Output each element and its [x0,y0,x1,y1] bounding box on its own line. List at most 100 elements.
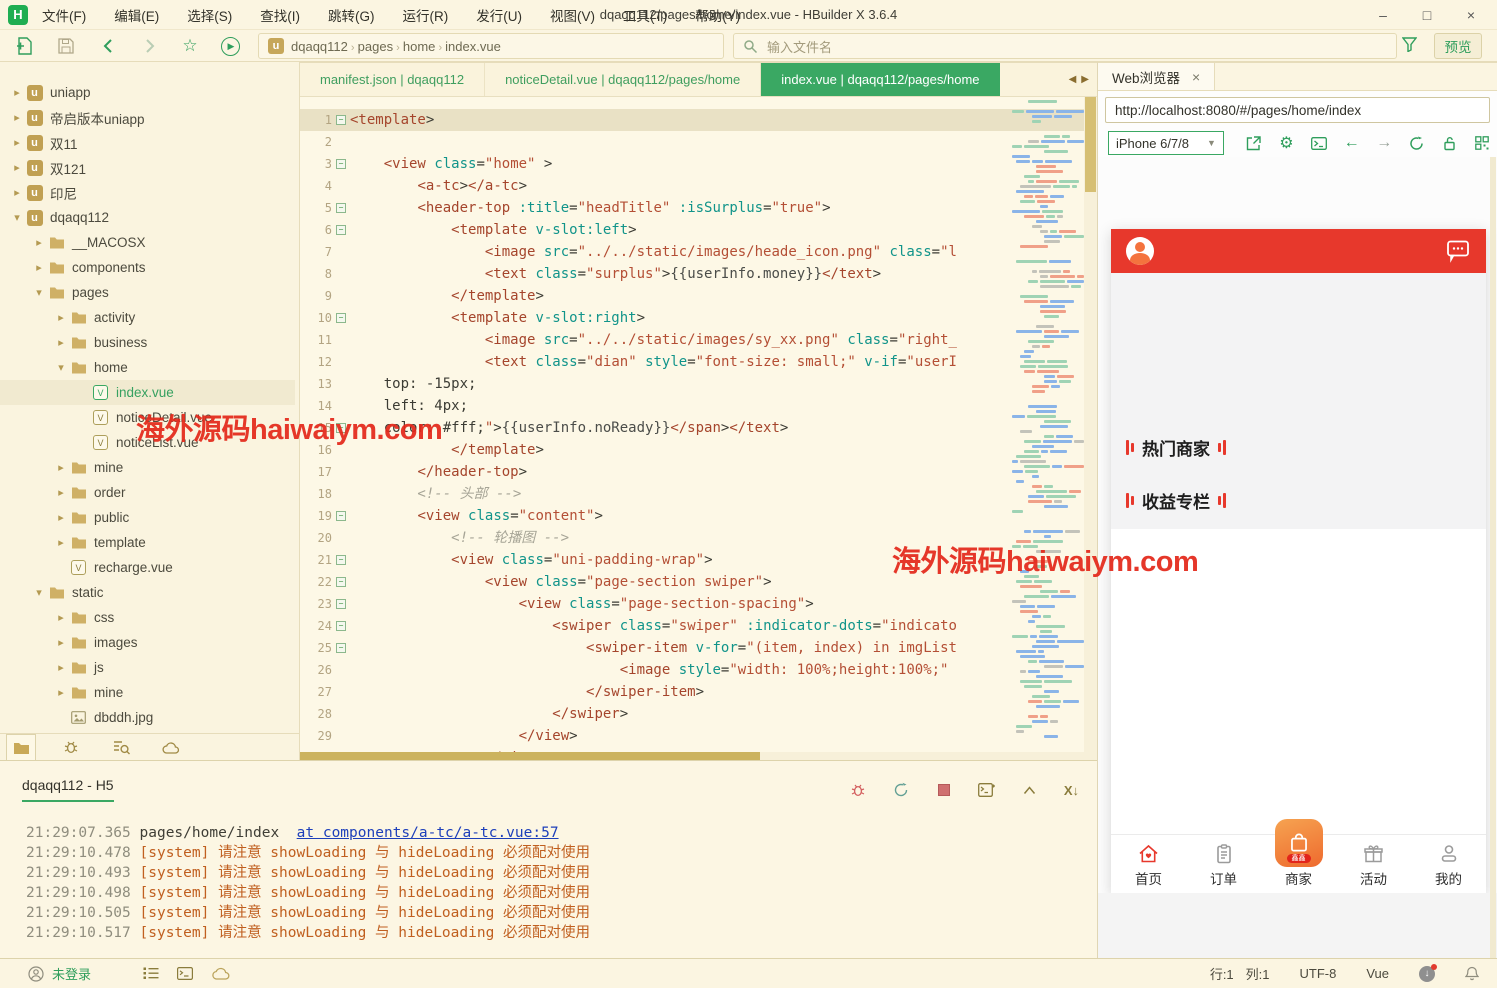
language-mode[interactable]: Vue [1366,966,1389,981]
nav-item-我的[interactable]: 我的 [1411,835,1486,893]
horizontal-scrollbar-thumb[interactable] [300,752,760,760]
tree-item-双121[interactable]: ▸u双121 [0,155,295,180]
tree-item-js[interactable]: ▸js [0,655,295,680]
menu-item[interactable]: 发行(U) [476,5,522,25]
fold-icon[interactable]: − [332,555,350,565]
vertical-scrollbar-thumb[interactable] [1085,97,1096,192]
devtools-console-icon[interactable] [1310,134,1328,152]
tree-item-activity[interactable]: ▸activity [0,305,295,330]
new-file-icon[interactable] [12,35,36,57]
menu-item[interactable]: 运行(R) [403,5,449,25]
breadcrumb-segment[interactable]: home [403,39,436,54]
code-line-25[interactable]: 25− <swiper-item v-for="(item, index) in… [300,637,1097,659]
url-bar[interactable]: http://localhost:8080/#/pages/home/index [1105,97,1490,123]
notification-bell-icon[interactable] [1465,966,1479,981]
chevron-right-icon[interactable]: ▸ [54,511,68,524]
fold-icon[interactable]: − [332,225,350,235]
chevron-down-icon[interactable]: ▾ [32,286,46,299]
log-source-link[interactable]: at components/a-tc/a-tc.vue:57 [297,825,559,841]
code-line-10[interactable]: 10− <template v-slot:right> [300,307,1097,329]
tree-item-dqaqq112[interactable]: ▾udqaqq112 [0,205,295,230]
code-line-19[interactable]: 19− <view class="content"> [300,505,1097,527]
browser-back-icon[interactable]: ← [1343,134,1361,152]
tree-item-index.vue[interactable]: Vindex.vue [0,380,295,405]
nav-item-订单[interactable]: 订单 [1186,835,1261,893]
chevron-right-icon[interactable]: ▸ [54,661,68,674]
refresh-icon[interactable] [1408,134,1426,152]
code-line-24[interactable]: 24− <swiper class="swiper" :indicator-do… [300,615,1097,637]
browser-tab-close-icon[interactable]: × [1192,69,1200,85]
tab-scroll-right-icon[interactable]: ▶ [1081,74,1089,85]
minimize-button[interactable]: – [1361,7,1405,23]
menu-item[interactable]: 选择(S) [187,5,232,25]
maximize-button[interactable]: □ [1405,7,1449,23]
close-button[interactable]: × [1449,7,1493,23]
tree-item-mine[interactable]: ▸mine [0,455,295,480]
breadcrumb-segment[interactable]: dqaqq112 [291,39,348,54]
tab-scroll-left-icon[interactable]: ◀ [1069,74,1077,85]
code-line-1[interactable]: 1−<template> [300,109,1097,131]
tree-item-template[interactable]: ▸template [0,530,295,555]
code-line-13[interactable]: 13 top: -15px; [300,373,1097,395]
chevron-right-icon[interactable]: ▸ [54,536,68,549]
chevron-down-icon[interactable]: ▾ [32,586,46,599]
tree-item-recharge.vue[interactable]: Vrecharge.vue [0,555,295,580]
editor-tab[interactable]: manifest.json | dqaqq112 [300,63,485,96]
tree-item-static[interactable]: ▾static [0,580,295,605]
tree-item-order[interactable]: ▸order [0,480,295,505]
debug-bug-icon[interactable] [849,781,867,799]
fold-icon[interactable]: − [332,313,350,323]
terminal-icon[interactable] [177,967,193,980]
menu-item[interactable]: 视图(V) [550,5,595,25]
filter-icon[interactable] [1402,37,1417,52]
tree-item-components[interactable]: ▸components [0,255,295,280]
preview-button[interactable]: 预览 [1434,33,1482,59]
nav-item-商家[interactable]: 鑫鑫商家 [1261,835,1336,893]
tree-item-印尼[interactable]: ▸u印尼 [0,180,295,205]
tree-item-帝启版本uniapp[interactable]: ▸u帝启版本uniapp [0,105,295,130]
minimap[interactable] [1012,97,1084,752]
code-line-27[interactable]: 27 </swiper-item> [300,681,1097,703]
cloud-icon[interactable] [156,734,186,760]
fold-icon[interactable]: − [332,203,350,213]
fold-icon[interactable]: − [332,599,350,609]
settings-gear-icon[interactable]: ⚙ [1278,134,1296,152]
tree-item-home[interactable]: ▾home [0,355,295,380]
vertical-scrollbar[interactable] [1084,97,1097,752]
menu-item[interactable]: 编辑(E) [114,5,159,25]
code-line-4[interactable]: 4 <a-tc></a-tc> [300,175,1097,197]
chevron-right-icon[interactable]: ▸ [54,461,68,474]
breadcrumb[interactable]: u dqaqq112 › pages › home › index.vue [258,33,724,59]
restart-icon[interactable] [892,781,910,799]
tree-item-dbddh.jpg[interactable]: dbddh.jpg [0,705,295,730]
tree-item-css[interactable]: ▸css [0,605,295,630]
chevron-right-icon[interactable]: ▸ [10,136,24,149]
chevron-right-icon[interactable]: ▸ [10,111,24,124]
menu-item[interactable]: 跳转(G) [328,5,375,25]
chevron-right-icon[interactable]: ▸ [10,161,24,174]
file-search-input[interactable]: 输入文件名 [733,33,1397,59]
open-external-icon[interactable] [1245,134,1263,152]
tree-item-uniapp[interactable]: ▸uuniapp [0,80,295,105]
code-line-7[interactable]: 7 <image src="../../static/images/heade_… [300,241,1097,263]
editor-tab[interactable]: noticeDetail.vue | dqaqq112/pages/home [485,63,761,96]
horizontal-scrollbar[interactable] [300,752,1097,760]
code-line-26[interactable]: 26 <image style="width: 100%;height:100%… [300,659,1097,681]
tree-item-public[interactable]: ▸public [0,505,295,530]
lock-icon[interactable] [1441,134,1459,152]
code-line-12[interactable]: 12 <text class="dian" style="font-size: … [300,351,1097,373]
clear-console-icon[interactable]: X↓ [1064,783,1079,798]
message-bubble-icon[interactable] [1445,239,1471,263]
tree-item-mine[interactable]: ▸mine [0,680,295,705]
code-line-5[interactable]: 5− <header-top :title="headTitle" :isSur… [300,197,1097,219]
device-selector[interactable]: iPhone 6/7/8 ▼ [1108,131,1224,155]
chevron-right-icon[interactable]: ▸ [10,186,24,199]
preview-scrollbar[interactable] [1490,157,1496,958]
code-line-29[interactable]: 29 </view> [300,725,1097,747]
code-line-11[interactable]: 11 <image src="../../static/images/sy_xx… [300,329,1097,351]
chevron-right-icon[interactable]: ▸ [54,636,68,649]
chevron-right-icon[interactable]: ▸ [54,686,68,699]
debug-icon[interactable] [56,734,86,760]
search-in-files-icon[interactable] [106,734,136,760]
save-icon[interactable] [54,35,78,57]
